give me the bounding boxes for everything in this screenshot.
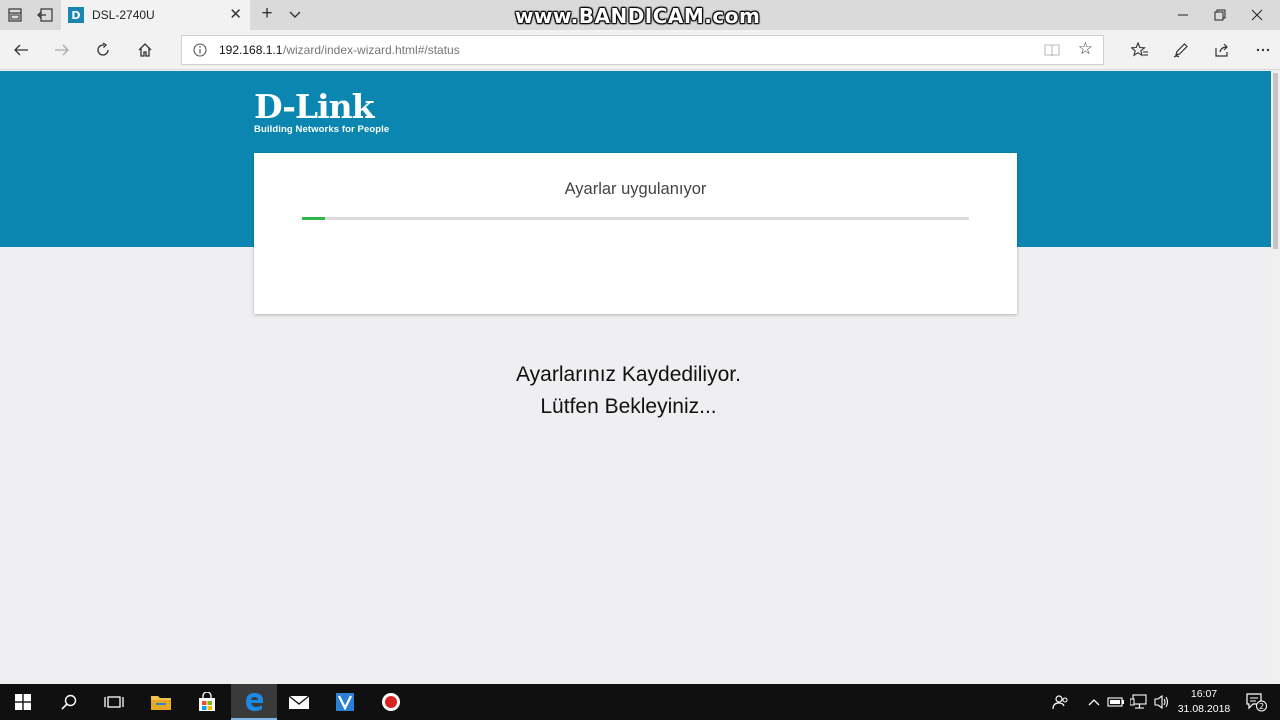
notification-count: 2: [1259, 702, 1264, 711]
favorites-hub-icon[interactable]: [1129, 39, 1151, 61]
page-scrollbar[interactable]: [1271, 71, 1280, 684]
video-editor-icon[interactable]: [322, 684, 368, 720]
saving-message-line2: Lütfen Bekleyiniz...: [540, 395, 717, 418]
card-title: Ayarlar uygulanıyor: [564, 180, 707, 198]
home-icon[interactable]: [134, 39, 156, 61]
store-icon[interactable]: [184, 684, 230, 720]
favorite-star-icon[interactable]: ☆: [1078, 39, 1093, 59]
close-window-button[interactable]: [1234, 0, 1280, 30]
tab-close-icon[interactable]: ✕: [229, 5, 242, 23]
chevron-down-icon[interactable]: [285, 4, 305, 24]
dlink-favicon-icon: D: [68, 7, 84, 23]
windows-taskbar: 16:07 31.08.2018 2: [0, 684, 1280, 720]
refresh-icon[interactable]: [92, 39, 114, 61]
screen: D DSL-2740U ✕ + www.BANDICAM.com 192.168…: [0, 0, 1280, 720]
progress-fill: [302, 217, 326, 220]
bandicam-watermark: www.BANDICAM.com: [515, 4, 761, 28]
clock-time: 16:07: [1190, 688, 1218, 700]
battery-icon[interactable]: [1106, 692, 1126, 712]
tray-chevron-up-icon[interactable]: [1085, 692, 1103, 712]
system-clock[interactable]: 16:07 31.08.2018: [1174, 687, 1234, 717]
clock-date: 31.08.2018: [1177, 703, 1231, 715]
search-icon[interactable]: [46, 684, 92, 720]
file-explorer-icon[interactable]: [138, 684, 184, 720]
reading-view-icon[interactable]: [1043, 41, 1061, 59]
windows-start-icon[interactable]: [0, 684, 46, 720]
web-note-pen-icon[interactable]: [1170, 39, 1192, 61]
address-bar[interactable]: 192.168.1.1 /wizard/index-wizard.html#/s…: [181, 35, 1104, 65]
browser-title-bar: D DSL-2740U ✕ + www.BANDICAM.com: [0, 0, 1280, 30]
more-dots-icon[interactable]: [1252, 39, 1274, 61]
task-view-icon[interactable]: [91, 684, 137, 720]
action-center-icon[interactable]: 2: [1244, 692, 1268, 712]
people-icon[interactable]: [1050, 692, 1072, 712]
dlink-logo: D-Link Building Networks for People: [254, 87, 390, 135]
set-aside-tabs-icon[interactable]: [35, 5, 55, 25]
page-content: D-Link Building Networks for People Ayar…: [0, 71, 1271, 684]
progress-bar: [302, 217, 969, 220]
logo-tagline: Building Networks for People: [254, 124, 390, 135]
new-tab-plus-icon[interactable]: +: [257, 3, 277, 25]
record-icon[interactable]: [368, 684, 414, 720]
volume-icon[interactable]: [1152, 692, 1172, 712]
info-icon[interactable]: [192, 42, 208, 58]
tab-title: DSL-2740U: [92, 8, 155, 22]
network-icon[interactable]: [1129, 692, 1149, 712]
url-path: /wizard/index-wizard.html#/status: [283, 43, 460, 57]
status-card: Ayarlar uygulanıyor: [254, 153, 1017, 314]
back-arrow-icon[interactable]: [10, 39, 32, 61]
tab-manager-icon[interactable]: [5, 5, 25, 25]
mail-icon[interactable]: [276, 684, 322, 720]
tab-active[interactable]: D DSL-2740U ✕: [61, 0, 250, 30]
scrollbar-thumb[interactable]: [1273, 73, 1278, 249]
share-icon[interactable]: [1211, 39, 1233, 61]
forward-arrow-icon[interactable]: [51, 39, 73, 61]
browser-toolbar: 192.168.1.1 /wizard/index-wizard.html#/s…: [0, 30, 1280, 70]
saving-message: Ayarlarınız Kaydediliyor. Lütfen Bekleyi…: [0, 359, 1257, 423]
saving-message-line1: Ayarlarınız Kaydediliyor.: [516, 363, 741, 386]
logo-name: D-Link: [254, 87, 375, 126]
url-host: 192.168.1.1: [219, 43, 283, 57]
edge-browser-icon[interactable]: [231, 684, 277, 720]
